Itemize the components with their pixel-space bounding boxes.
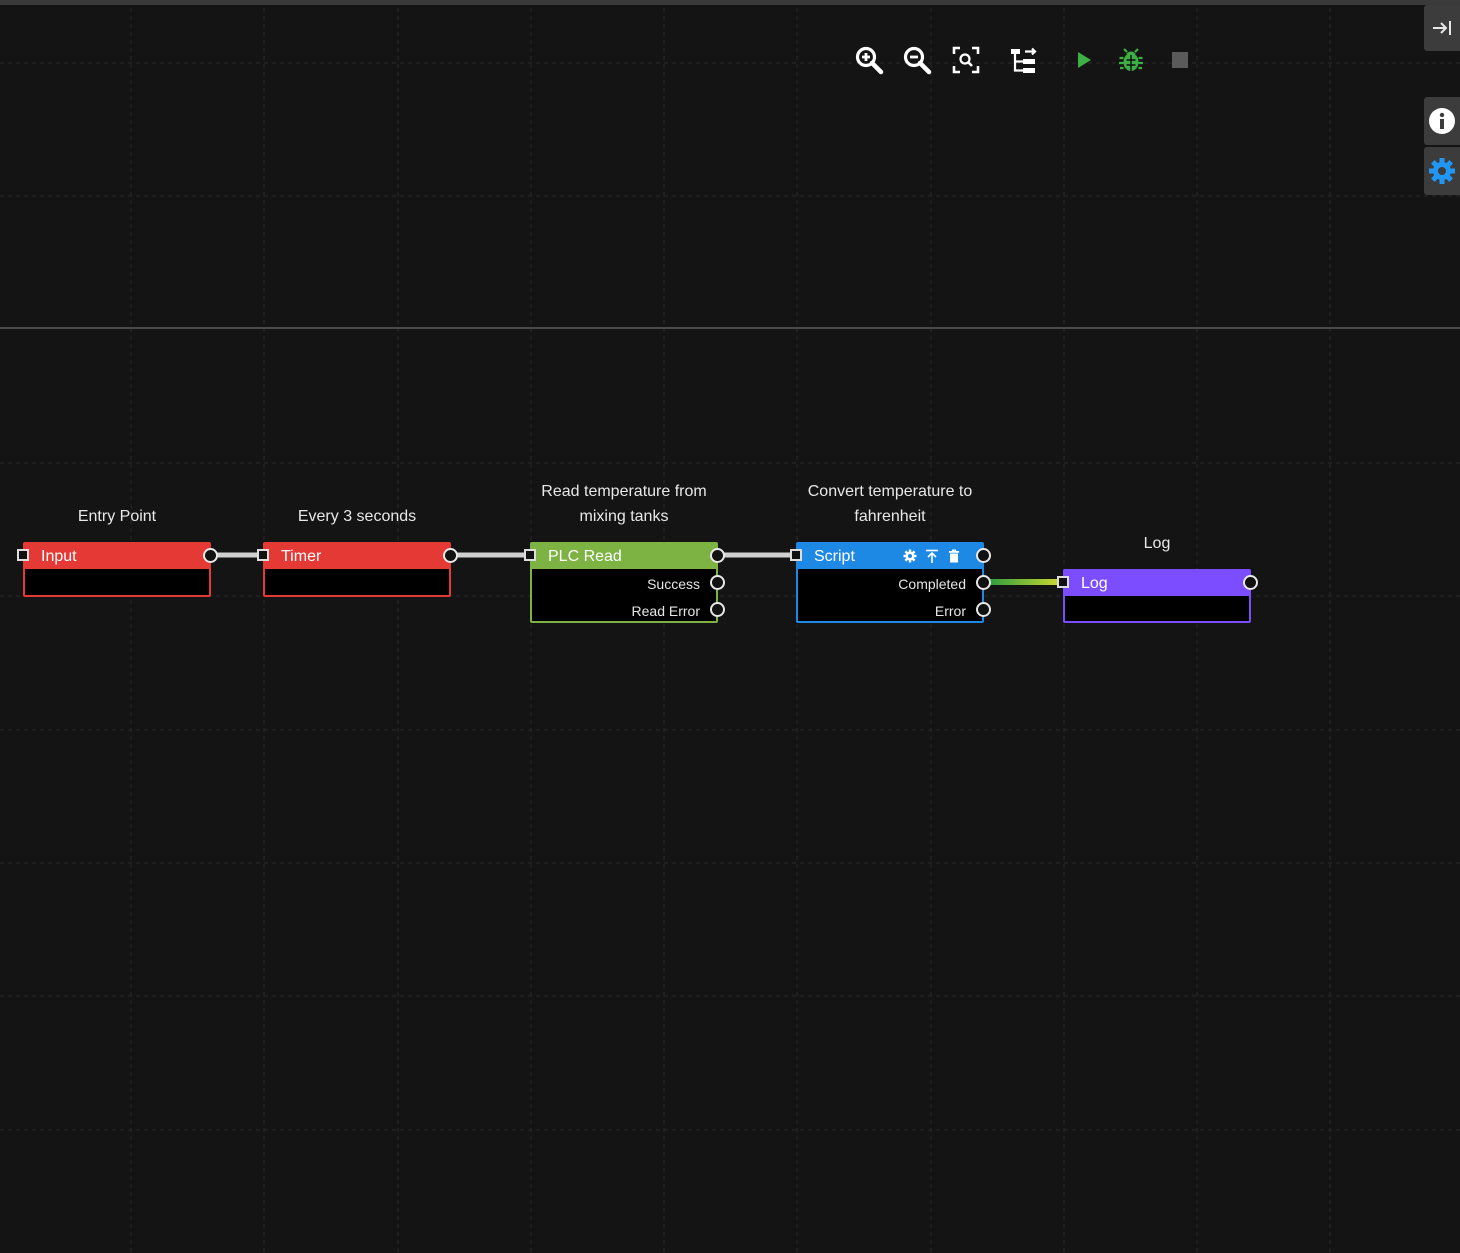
collapse-right-icon xyxy=(1433,21,1451,35)
input-port-timer[interactable] xyxy=(257,549,269,561)
node-delete-button[interactable] xyxy=(946,548,962,564)
top-border xyxy=(0,0,1460,5)
input-port-input[interactable] xyxy=(17,549,29,561)
node-title-plc-line2: mixing tanks xyxy=(579,508,669,525)
stop-button[interactable] xyxy=(1164,44,1196,76)
node-title-script-line2: fahrenheit xyxy=(854,508,926,525)
output-port-plc-success[interactable] xyxy=(710,575,725,590)
port-label-success: Success xyxy=(647,576,700,592)
canvas-grid xyxy=(0,0,1460,1253)
output-port-script-error[interactable] xyxy=(976,602,991,617)
node-header-timer: Timer xyxy=(265,544,449,569)
gear-icon xyxy=(903,549,917,563)
layout-icon xyxy=(1011,47,1037,73)
output-port-input[interactable] xyxy=(203,548,218,563)
input-port-script[interactable] xyxy=(790,549,802,561)
node-title-plc: Read temperature from mixing tanks xyxy=(520,479,728,529)
node-log[interactable]: Log xyxy=(1063,569,1251,623)
play-icon xyxy=(1078,52,1091,68)
zoom-out-icon xyxy=(903,46,932,75)
node-title-log: Log xyxy=(1143,535,1171,552)
auto-layout-button[interactable] xyxy=(1009,44,1041,76)
node-header-log: Log xyxy=(1065,571,1249,596)
port-label-error: Error xyxy=(934,603,966,619)
node-header-plc: PLC Read xyxy=(532,544,716,569)
output-port-script-completed[interactable] xyxy=(976,575,991,590)
trash-icon xyxy=(949,549,959,563)
zoom-fit-button[interactable] xyxy=(950,44,982,76)
node-input[interactable]: Input xyxy=(23,542,211,597)
output-port-script[interactable] xyxy=(976,548,991,563)
gear-icon xyxy=(1429,158,1455,184)
input-port-plc[interactable] xyxy=(524,549,536,561)
collapse-panel-button[interactable] xyxy=(1424,5,1460,51)
node-header-input: Input xyxy=(25,544,209,569)
node-title-script-line1: Convert temperature to xyxy=(807,483,973,500)
pin-top-icon xyxy=(926,549,938,563)
node-script-tools xyxy=(902,548,962,564)
zoom-in-button[interactable] xyxy=(853,44,885,76)
settings-tab[interactable] xyxy=(1424,147,1460,195)
output-port-log[interactable] xyxy=(1243,575,1258,590)
port-label-completed: Completed xyxy=(898,576,966,592)
input-port-log[interactable] xyxy=(1057,576,1069,588)
debug-button[interactable] xyxy=(1115,44,1147,76)
panel-divider[interactable] xyxy=(0,327,1460,329)
bug-icon xyxy=(1119,48,1143,71)
node-title-input: Entry Point xyxy=(77,508,157,525)
zoom-fit-icon xyxy=(952,46,980,74)
node-timer[interactable]: Timer xyxy=(263,542,451,597)
node-plc-read[interactable]: PLC Read Success Read Error xyxy=(530,542,718,623)
info-tab[interactable] xyxy=(1424,97,1460,145)
node-settings-button[interactable] xyxy=(902,548,918,564)
stop-icon xyxy=(1172,52,1188,68)
output-port-plc-read-error[interactable] xyxy=(710,602,725,617)
info-icon xyxy=(1429,108,1455,134)
run-button[interactable] xyxy=(1068,44,1100,76)
output-port-plc[interactable] xyxy=(710,548,725,563)
node-title-plc-line1: Read temperature from xyxy=(541,483,707,500)
node-pin-top-button[interactable] xyxy=(924,548,940,564)
zoom-in-icon xyxy=(855,46,884,75)
port-label-read-error: Read Error xyxy=(631,603,700,619)
node-script[interactable]: Script Completed Error xyxy=(796,542,984,623)
output-port-timer[interactable] xyxy=(443,548,458,563)
zoom-out-button[interactable] xyxy=(901,44,933,76)
flow-canvas[interactable] xyxy=(0,0,1460,1253)
node-title-timer: Every 3 seconds xyxy=(297,508,417,525)
node-title-script: Convert temperature to fahrenheit xyxy=(786,479,994,529)
